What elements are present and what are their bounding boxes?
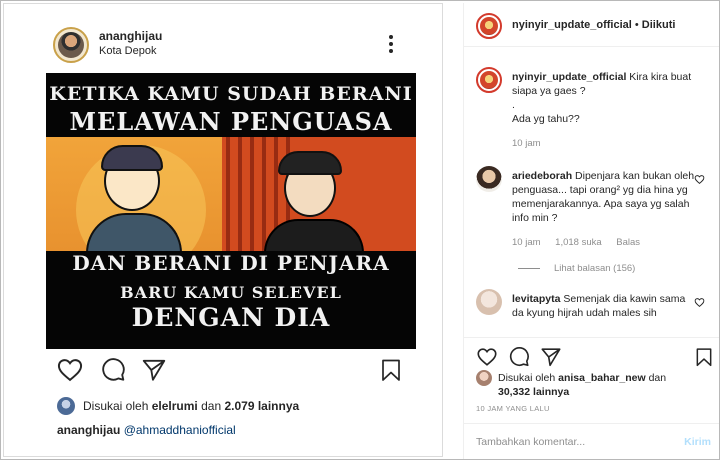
comment-likes[interactable]: 1,018 suka bbox=[555, 237, 601, 248]
bookmark-icon[interactable] bbox=[379, 356, 403, 384]
commenter-avatar[interactable] bbox=[476, 289, 502, 315]
comment-meta: 10 jam bbox=[512, 138, 553, 149]
commenter-username[interactable]: nyinyir_update_official bbox=[512, 71, 626, 83]
meme-text-line-4: BARU KAMU SELEVEL bbox=[120, 283, 342, 302]
likes-text: Disukai oleh elelrumi dan 2.079 lainnya bbox=[83, 399, 299, 413]
comment-composer: Kirim bbox=[464, 423, 719, 459]
likes-connector: dan bbox=[201, 399, 222, 413]
comment-text-line: Ada yg tahu?? bbox=[512, 113, 580, 125]
meme-text-line-5: DENGAN DIA bbox=[131, 303, 331, 332]
following-button[interactable]: Diikuti bbox=[642, 19, 676, 31]
share-icon[interactable] bbox=[540, 346, 562, 368]
commenter-username[interactable]: ariedeborah bbox=[512, 170, 572, 182]
share-icon[interactable] bbox=[141, 356, 167, 384]
comment-icon[interactable] bbox=[508, 346, 530, 368]
commenter-username[interactable]: levitapyta bbox=[512, 293, 560, 305]
post-caption: ananghijau @ahmaddhaniofficial bbox=[57, 423, 236, 437]
comment-body: nyinyir_update_official Kira kira buat s… bbox=[512, 70, 696, 126]
post-author-username[interactable]: ananghijau bbox=[99, 29, 162, 43]
comment-icon[interactable] bbox=[100, 356, 126, 384]
comment-time[interactable]: 10 jam bbox=[512, 138, 541, 149]
more-options-icon[interactable] bbox=[388, 35, 394, 55]
side-header-avatar[interactable] bbox=[476, 13, 502, 39]
side-header: nyinyir_update_official • Diikuti bbox=[464, 3, 719, 47]
separator-dot: • bbox=[634, 19, 639, 31]
caption-mention[interactable]: @ahmaddhaniofficial bbox=[124, 423, 236, 437]
heart-icon[interactable] bbox=[476, 346, 498, 368]
post-timestamp[interactable]: 10 JAM YANG LALU bbox=[476, 404, 550, 413]
post-author-avatar[interactable] bbox=[53, 27, 89, 63]
caption-username[interactable]: ananghijau bbox=[57, 423, 120, 437]
likes-text: Disukai oleh anisa_bahar_new dan 30,332 … bbox=[498, 371, 668, 399]
likes-count[interactable]: 2.079 lainnya bbox=[224, 399, 299, 413]
comment-like-heart-icon[interactable] bbox=[694, 297, 705, 308]
likes-prefix: Disukai oleh bbox=[498, 372, 556, 384]
side-panel: nyinyir_update_official • Diikuti nyinyi… bbox=[463, 3, 719, 459]
post-card: ananghijau Kota Depok KETIKA KAMU SUDAH … bbox=[3, 3, 443, 457]
avatar-photo bbox=[480, 71, 498, 89]
meme-top-band: KETIKA KAMU SUDAH BERANI MELAWAN PENGUAS… bbox=[46, 73, 416, 137]
side-header-username[interactable]: nyinyir_update_official bbox=[512, 19, 632, 31]
liker-username[interactable]: anisa_bahar_new bbox=[558, 372, 646, 384]
meme-text-line-3: DAN BERANI DI PENJARA bbox=[72, 251, 390, 275]
send-comment-button[interactable]: Kirim bbox=[684, 436, 711, 448]
meme-text-line-2: MELAWAN PENGUASA bbox=[69, 107, 393, 136]
post-action-bar bbox=[4, 354, 442, 388]
meme-illustration bbox=[46, 137, 416, 275]
likes-connector: dan bbox=[648, 372, 667, 384]
avatar-photo bbox=[58, 32, 84, 58]
screenshot-frame: ananghijau Kota Depok KETIKA KAMU SUDAH … bbox=[0, 0, 720, 460]
side-header-user-line: nyinyir_update_official • Diikuti bbox=[512, 19, 675, 31]
comment-like-heart-icon[interactable] bbox=[694, 174, 705, 185]
side-action-bar bbox=[464, 337, 719, 373]
meme-text-line-1: KETIKA KAMU SUDAH BERANI bbox=[49, 83, 413, 105]
meme-bottom-band: DAN BERANI DI PENJARA BARU KAMU SELEVEL … bbox=[46, 251, 416, 349]
post-location[interactable]: Kota Depok bbox=[99, 45, 156, 57]
liker-username[interactable]: elelrumi bbox=[152, 399, 198, 413]
comment-time[interactable]: 10 jam bbox=[512, 237, 541, 248]
likes-count[interactable]: 30,332 lainnya bbox=[498, 386, 569, 398]
post-header: ananghijau Kota Depok bbox=[4, 4, 442, 70]
commenter-avatar[interactable] bbox=[476, 67, 502, 93]
view-replies-link[interactable]: Lihat balasan (156) bbox=[518, 263, 635, 274]
caricature-left-hat bbox=[101, 145, 163, 171]
avatar-photo bbox=[480, 17, 498, 35]
heart-icon[interactable] bbox=[56, 356, 84, 384]
caricature-right-body bbox=[264, 219, 364, 253]
liker-avatar[interactable] bbox=[57, 397, 75, 415]
liker-avatar[interactable] bbox=[476, 370, 492, 386]
likes-prefix: Disukai oleh bbox=[83, 399, 149, 413]
comment-body: levitapyta Semenjak dia kawin sama da ky… bbox=[512, 292, 696, 320]
replies-divider bbox=[518, 267, 540, 269]
comment-input[interactable] bbox=[476, 432, 656, 452]
comment-meta: 10 jam 1,018 suka Balas bbox=[512, 237, 652, 248]
view-replies-label: Lihat balasan (156) bbox=[554, 263, 636, 274]
commenter-avatar[interactable] bbox=[476, 166, 502, 192]
caricature-right-hat bbox=[278, 151, 342, 175]
comment-body: ariedeborah Dipenjara kan bukan oleh pen… bbox=[512, 169, 696, 225]
reply-button[interactable]: Balas bbox=[616, 237, 640, 248]
post-image[interactable]: KETIKA KAMU SUDAH BERANI MELAWAN PENGUAS… bbox=[46, 73, 416, 349]
bookmark-icon[interactable] bbox=[694, 346, 714, 368]
comment-text-line: . bbox=[512, 99, 515, 111]
